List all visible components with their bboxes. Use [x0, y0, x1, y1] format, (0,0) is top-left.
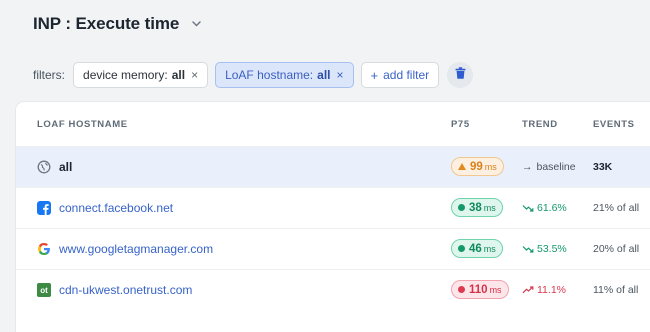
filter-chip-value: all — [317, 68, 331, 82]
facebook-icon — [37, 201, 51, 215]
events-cell: 11% of all — [593, 284, 639, 296]
events-cell: 33K — [593, 161, 613, 173]
column-header-trend[interactable]: TREND — [522, 119, 558, 130]
host-name: all — [59, 160, 73, 174]
filter-chip-key: device memory: — [83, 68, 168, 82]
google-icon — [37, 242, 51, 256]
status-dot-icon — [458, 204, 465, 211]
trend-down-icon — [522, 205, 534, 212]
warning-triangle-icon — [458, 163, 466, 170]
trend-cell: 53.5% — [522, 229, 567, 269]
table-row[interactable]: connect.facebook.net 38 ms 61.6% 21% of … — [16, 188, 650, 229]
host-cell: www.googletagmanager.com — [37, 229, 213, 269]
host-name[interactable]: cdn-ukwest.onetrust.com — [59, 283, 192, 297]
close-icon[interactable]: × — [336, 68, 343, 82]
trend-value: 11.1% — [537, 284, 566, 296]
trash-icon — [455, 66, 466, 84]
page-header: INP : Execute time — [33, 14, 201, 34]
filter-chip-key: LoAF hostname: — [225, 68, 314, 82]
events-cell: 21% of all — [593, 202, 640, 214]
p75-badge: 38 ms — [451, 198, 503, 217]
filters-label: filters: — [33, 68, 66, 82]
filter-chip-loaf-hostname[interactable]: LoAF hostname: all × — [215, 62, 354, 88]
host-cell: all — [37, 147, 72, 187]
trend-value: baseline — [536, 161, 576, 173]
status-dot-icon — [458, 286, 465, 293]
table-header: LOAF HOSTNAME P75 TREND EVENTS — [16, 102, 650, 147]
arrow-right-icon: → — [522, 161, 533, 173]
delete-filters-button[interactable] — [447, 62, 474, 88]
trend-cell: 11.1% — [522, 270, 566, 310]
trend-value: 53.5% — [537, 243, 567, 255]
column-header-events[interactable]: EVENTS — [593, 119, 635, 130]
host-cell: connect.facebook.net — [37, 188, 173, 228]
add-filter-button[interactable]: + add filter — [360, 62, 440, 88]
p75-unit: ms — [489, 284, 502, 295]
p75-unit: ms — [484, 161, 497, 172]
column-header-p75[interactable]: P75 — [451, 119, 470, 130]
hostname-table: LOAF HOSTNAME P75 TREND EVENTS all 99 ms… — [16, 102, 650, 332]
filter-bar: filters: device memory: all × LoAF hostn… — [33, 62, 474, 88]
onetrust-icon-text: ot — [40, 285, 48, 295]
trend-up-icon — [522, 286, 534, 294]
p75-unit: ms — [483, 243, 496, 254]
chevron-down-icon[interactable] — [191, 19, 201, 29]
p75-unit: ms — [483, 202, 496, 213]
p75-badge: 99 ms — [451, 157, 504, 176]
filter-chip-value: all — [171, 68, 186, 82]
p75-value: 110 — [469, 283, 488, 296]
plus-icon: + — [370, 67, 379, 83]
p75-badge: 46 ms — [451, 239, 503, 258]
add-filter-label: add filter — [383, 68, 430, 82]
table-row[interactable]: www.googletagmanager.com 46 ms 53.5% 20%… — [16, 229, 650, 270]
events-cell: 20% of all — [593, 243, 640, 255]
host-name[interactable]: connect.facebook.net — [59, 201, 173, 215]
onetrust-icon: ot — [37, 283, 51, 297]
status-dot-icon — [458, 245, 465, 252]
trend-cell: → baseline — [522, 147, 576, 187]
globe-icon — [37, 160, 51, 174]
host-cell: ot cdn-ukwest.onetrust.com — [37, 270, 192, 310]
table-row[interactable]: all 99 ms → baseline 33K — [16, 147, 650, 188]
p75-value: 99 — [470, 160, 483, 173]
page-title: INP : Execute time — [33, 14, 180, 33]
trend-cell: 61.6% — [522, 188, 567, 228]
table-row[interactable]: ot cdn-ukwest.onetrust.com 110 ms 11.1% … — [16, 270, 650, 310]
p75-value: 46 — [469, 242, 482, 255]
p75-value: 38 — [469, 201, 482, 214]
column-header-host[interactable]: LOAF HOSTNAME — [37, 119, 128, 130]
filter-chip-device-memory[interactable]: device memory: all × — [73, 62, 209, 88]
trend-down-icon — [522, 246, 534, 253]
trend-value: 61.6% — [537, 202, 567, 214]
close-icon[interactable]: × — [191, 68, 198, 82]
p75-badge: 110 ms — [451, 280, 509, 299]
host-name[interactable]: www.googletagmanager.com — [59, 242, 213, 256]
